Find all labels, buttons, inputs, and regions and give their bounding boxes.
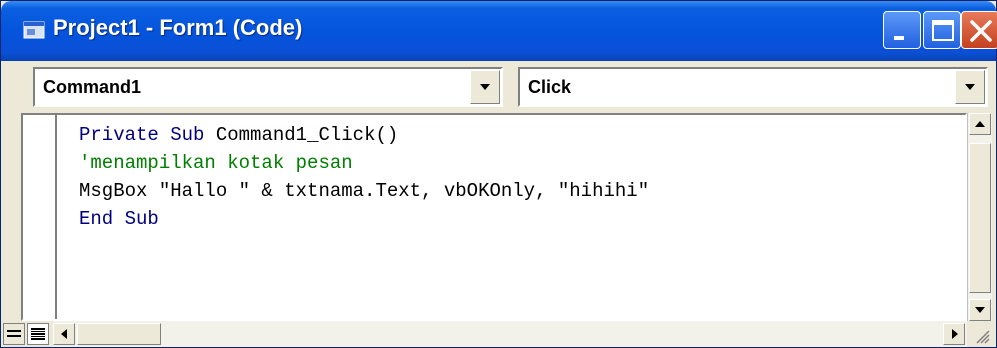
resize-grip-icon[interactable] (969, 325, 991, 345)
scroll-left-button[interactable] (53, 323, 75, 345)
object-combo[interactable]: Command1 (33, 67, 503, 107)
scroll-up-icon (975, 121, 985, 127)
horizontal-scrollbar[interactable] (53, 321, 967, 347)
comment: 'menampilkan kotak pesan (79, 152, 353, 174)
minimize-button[interactable] (883, 11, 921, 49)
code-text[interactable]: Private Sub Command1_Click() 'menampilkan… (79, 121, 649, 233)
vertical-scroll-thumb[interactable] (969, 143, 991, 293)
procedure-view-icon (7, 330, 21, 337)
keyword: End (79, 208, 114, 230)
bottom-bar (1, 321, 996, 347)
code-line: End Sub (79, 205, 649, 233)
form-icon (23, 21, 45, 39)
full-module-view-icon (31, 328, 45, 340)
object-combo-dropdown-button[interactable] (470, 70, 500, 104)
code-window: Project1 - Form1 (Code) Command1 Click P… (0, 0, 997, 348)
scroll-up-button[interactable] (969, 113, 991, 135)
object-combo-value: Command1 (43, 77, 142, 97)
dropdown-arrow-icon (480, 84, 490, 90)
title-bar[interactable]: Project1 - Form1 (Code) (1, 1, 997, 61)
code-text-segment: MsgBox "Hallo " & txtnama.Text, vbOKOnly… (79, 180, 650, 202)
keyword: Sub (124, 208, 159, 230)
scroll-down-icon (975, 307, 985, 313)
full-module-view-button[interactable] (27, 323, 49, 345)
margin-indicator-bar[interactable] (23, 115, 57, 319)
close-button[interactable] (961, 11, 997, 49)
keyword: Private (79, 124, 159, 146)
scroll-right-icon (952, 329, 958, 339)
code-text-segment: Command1_Click() (204, 124, 399, 146)
code-line: MsgBox "Hallo " & txtnama.Text, vbOKOnly… (79, 177, 649, 205)
procedure-combo[interactable]: Click (518, 67, 988, 107)
maximize-button[interactable] (923, 11, 961, 49)
dropdown-arrow-icon (965, 84, 975, 90)
code-line: Private Sub Command1_Click() (79, 121, 649, 149)
code-editor[interactable]: Private Sub Command1_Click() 'menampilkan… (21, 113, 967, 321)
close-icon (970, 20, 992, 42)
maximize-icon (932, 20, 954, 41)
keyword: Sub (170, 124, 205, 146)
scroll-right-button[interactable] (943, 323, 965, 345)
scroll-down-button[interactable] (969, 299, 991, 321)
minimize-icon (894, 36, 904, 40)
procedure-combo-dropdown-button[interactable] (955, 70, 985, 104)
procedure-combo-value: Click (528, 77, 572, 97)
procedure-view-button[interactable] (3, 323, 25, 345)
vertical-scrollbar[interactable] (967, 113, 992, 321)
horizontal-scroll-thumb[interactable] (77, 323, 161, 345)
scroll-left-icon (61, 329, 67, 339)
window-title: Project1 - Form1 (Code) (53, 15, 303, 40)
code-line: 'menampilkan kotak pesan (79, 149, 649, 177)
